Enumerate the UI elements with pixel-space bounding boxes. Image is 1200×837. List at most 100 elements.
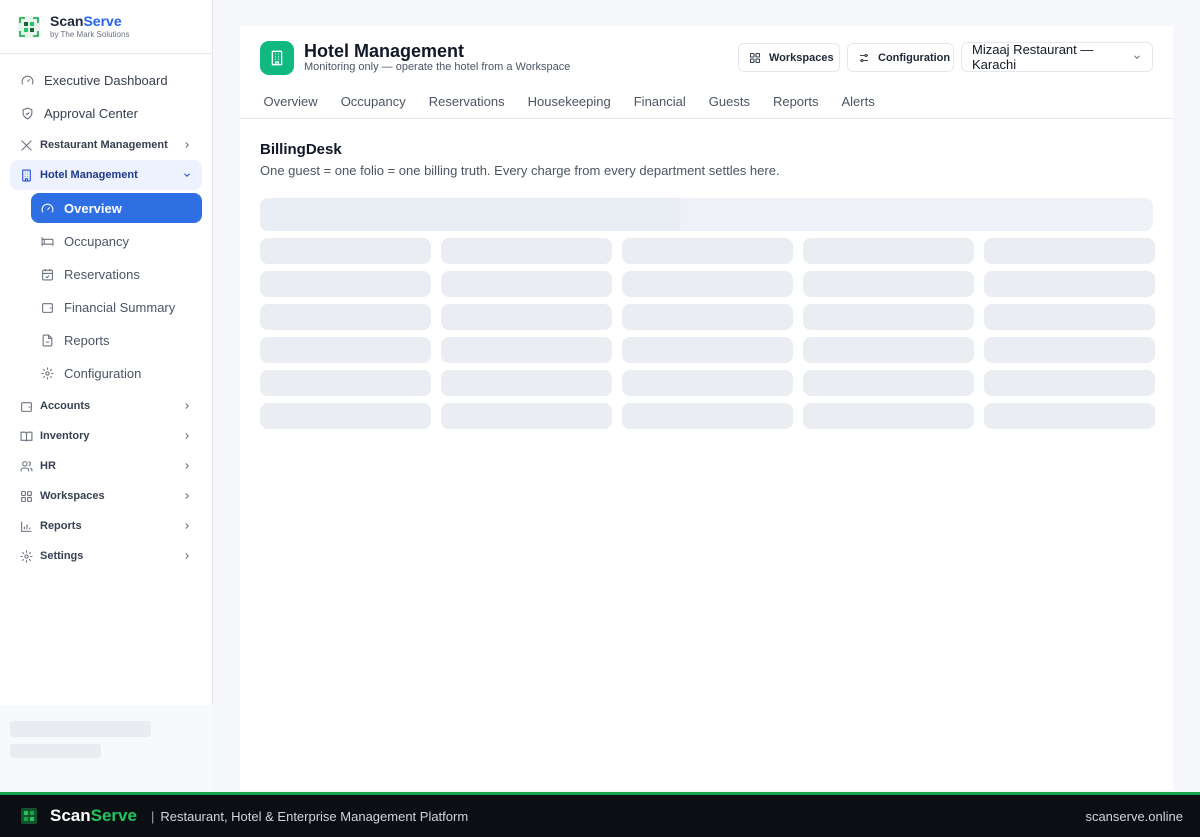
sidebar-group-label: Workspaces [40,490,105,502]
skeleton-grid [260,238,1155,429]
skeleton-cell [803,337,974,363]
sidebar-group-label: HR [40,460,56,472]
sidebar-item-configuration[interactable]: Configuration [31,358,202,388]
footer-brand: ScanServe [50,806,137,825]
gear-icon [41,367,54,380]
section-description: One guest = one folio = one billing trut… [260,163,780,178]
sidebar-item-executive-dashboard[interactable]: Executive Dashboard [10,64,202,97]
users-icon [20,460,33,473]
sidebar-group-inventory[interactable]: Inventory [10,421,202,451]
tab-financial[interactable]: Financial [622,94,697,110]
skeleton-cell [622,271,793,297]
calendar-check-icon [41,268,54,281]
sidebar-group-label: Restaurant Management [40,139,168,151]
book-icon [20,430,33,443]
tab-guests[interactable]: Guests [697,94,761,110]
utensils-icon [20,139,33,152]
chevron-right-icon [182,431,192,441]
page-header: Hotel Management Monitoring only — opera… [240,26,1173,119]
sidebar-group-settings[interactable]: Settings [10,541,202,571]
sidebar-group-restaurant-management[interactable]: Restaurant Management [10,130,202,160]
main-panel: Hotel Management Monitoring only — opera… [240,26,1173,790]
skeleton-cell [622,337,793,363]
skeleton-cell [803,304,974,330]
skeleton-cell [622,304,793,330]
skeleton-cell [260,304,431,330]
sidebar-item-label: Reservations [64,266,140,282]
chevron-right-icon [182,521,192,531]
gauge-icon [41,202,54,215]
sliders-icon [858,52,870,64]
workspaces-button[interactable]: Workspaces [738,43,840,72]
sidebar-group-label: Accounts [40,400,91,412]
sidebar-item-label: Executive Dashboard [44,73,168,88]
sidebar-group-label: Settings [40,550,84,562]
brand-name: ScanServe [50,13,122,29]
brand-subtitle: by The Mark Solutions [50,30,130,39]
sidebar-group-hotel-management[interactable]: Hotel Management [10,160,202,190]
tab-overview[interactable]: Overview [252,94,329,110]
shield-check-icon [20,107,34,121]
location-select-value: Mizaaj Restaurant — Karachi [972,42,1094,72]
workspaces-button-label: Workspaces [769,51,834,64]
sidebar-item-approval-center[interactable]: Approval Center [10,97,202,130]
sidebar-item-label: Occupancy [64,233,130,249]
skeleton-cell [441,271,612,297]
skeleton-line [10,744,101,758]
skeleton-cell [803,238,974,264]
content-area: BillingDesk One guest = one folio = one … [240,119,1173,429]
chevron-right-icon [182,551,192,561]
skeleton-cell [260,337,431,363]
sidebar-group-hr[interactable]: HR [10,451,202,481]
qr-logo-icon [21,808,37,824]
page-title: Hotel Management [304,41,465,61]
wallet-icon [41,301,54,314]
grid-icon [749,52,761,64]
skeleton-cell [984,238,1155,264]
chevron-down-icon [182,170,192,180]
sidebar-item-label: Reports [64,332,110,348]
skeleton-cell [441,304,612,330]
sidebar-group-label: Reports [40,520,82,532]
tab-reservations[interactable]: Reservations [417,94,516,110]
skeleton-cell [441,337,612,363]
skeleton-cell [803,403,974,429]
tab-occupancy[interactable]: Occupancy [329,94,417,110]
sidebar: ScanServe by The Mark Solutions Executiv… [0,0,213,792]
configuration-button-label: Configuration [878,51,951,64]
sidebar-item-reservations[interactable]: Reservations [31,259,202,289]
skeleton-cell [441,238,612,264]
section-title: BillingDesk [260,141,342,158]
configuration-button[interactable]: Configuration [847,43,954,72]
sidebar-group-label: Hotel Management [40,169,138,181]
sidebar-group-reports[interactable]: Reports [10,511,202,541]
skeleton-cell [984,337,1155,363]
skeleton-cell [260,370,431,396]
footer-separator: | [150,808,155,824]
sidebar-item-occupancy[interactable]: Occupancy [31,226,202,256]
sidebar-group-workspaces[interactable]: Workspaces [10,481,202,511]
sidebar-item-label: Approval Center [44,106,138,121]
footer-website-link[interactable]: scanserve.online [1085,809,1183,824]
skeleton-cell [622,370,793,396]
sidebar-group-label: Inventory [40,430,90,442]
tab-reports[interactable]: Reports [761,94,830,110]
app-footer: ScanServe | Restaurant, Hotel & Enterpri… [0,792,1200,837]
skeleton-cell [622,238,793,264]
brand[interactable]: ScanServe by The Mark Solutions [0,0,212,54]
tab-alerts[interactable]: Alerts [830,94,886,110]
gear-icon [20,550,33,563]
sidebar-group-accounts[interactable]: Accounts [10,391,202,421]
gauge-icon [20,74,34,88]
sidebar-user-skeleton [0,705,213,792]
sidebar-item-financial-summary[interactable]: Financial Summary [31,292,202,322]
hotel-submenu: Overview Occupancy Reservations Financia… [10,193,202,388]
sidebar-item-overview[interactable]: Overview [31,193,202,223]
sidebar-item-reports[interactable]: Reports [31,325,202,355]
location-select[interactable]: Mizaaj Restaurant — Karachi [961,42,1153,72]
tab-bar: Overview Occupancy Reservations Housekee… [252,94,886,110]
tab-housekeeping[interactable]: Housekeeping [516,94,622,110]
file-icon [41,334,54,347]
page-subtitle: Monitoring only — operate the hotel from… [304,61,571,73]
skeleton-cell [441,403,612,429]
